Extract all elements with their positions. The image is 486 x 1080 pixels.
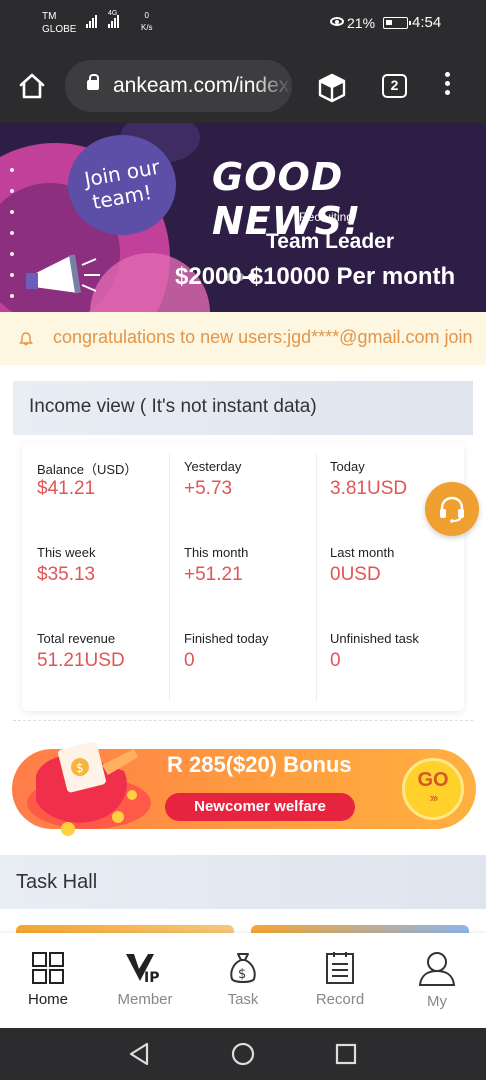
nav-record[interactable]: Record: [300, 951, 380, 1021]
carrier-line1: TM: [42, 11, 57, 22]
income-title: Income view ( It's not instant data): [29, 396, 317, 417]
income-label: Total revenue: [37, 631, 116, 646]
net-speed: 0 K/s: [141, 10, 153, 34]
income-cell-last-month: Last month 0USD: [315, 529, 461, 615]
income-cell-yesterday: Yesterday +5.73: [169, 443, 315, 529]
go-button[interactable]: GO ›››: [402, 758, 464, 820]
home-icon[interactable]: [18, 72, 46, 100]
battery-icon: [383, 17, 411, 29]
headset-icon: [440, 496, 464, 523]
decor-dots: [10, 168, 14, 312]
bonus-title: R 285($20) Bonus: [167, 752, 352, 777]
more-menu-icon[interactable]: [440, 72, 454, 100]
carrier-line2: GLOBE: [42, 24, 77, 35]
eye-comfort-icon: [330, 17, 344, 26]
income-cell-this-month: This month +51.21: [169, 529, 315, 615]
promo-banner[interactable]: Join our team! GOOD NEWS! Recruiting Tea…: [0, 123, 486, 312]
home-circle-icon[interactable]: [231, 1042, 255, 1066]
carousel-indicator: [224, 273, 256, 281]
income-label: Yesterday: [184, 459, 242, 474]
net-speed-unit: K/s: [141, 23, 153, 32]
nav-member[interactable]: IP Member: [105, 951, 185, 1021]
income-value: 0: [330, 650, 341, 671]
lock-icon: [87, 74, 99, 90]
nav-label: My: [427, 993, 447, 1010]
gift-box-icon: $: [27, 741, 151, 836]
income-cell-unfinished-task: Unfinished task 0: [315, 615, 461, 701]
record-icon: [326, 952, 354, 984]
income-value: 51.21USD: [37, 650, 125, 671]
status-bar: TM GLOBE 4G 0 K/s 21% 4:54: [0, 0, 486, 48]
vip-text: IP: [144, 970, 159, 985]
income-header: Income view ( It's not instant data): [13, 381, 473, 435]
vip-icon: IP: [126, 954, 159, 985]
task-hall-title: Task Hall: [16, 871, 98, 893]
carrier-label: TM GLOBE: [42, 10, 76, 36]
customer-service-button[interactable]: [425, 482, 479, 536]
income-value: 3.81USD: [330, 478, 408, 499]
task-hall-section: Task Hall: [0, 853, 486, 937]
back-icon[interactable]: [128, 1042, 150, 1066]
income-label: This month: [184, 545, 249, 560]
income-section: Income view ( It's not instant data) Bal…: [0, 365, 486, 725]
income-card: Balance（USD） $41.21 Yesterday +5.73 Toda…: [22, 443, 464, 711]
nav-label: Task: [227, 991, 259, 1008]
join-team-bubble: Join our team!: [68, 135, 176, 235]
nav-label: Home: [27, 991, 68, 1008]
newcomer-welfare-pill[interactable]: Newcomer welfare: [165, 793, 355, 821]
network-type: 4G: [108, 10, 118, 17]
user-icon: [418, 952, 456, 986]
income-cell-balance: Balance（USD） $41.21: [22, 443, 168, 529]
net-speed-value: 0: [144, 11, 149, 20]
go-label: GO: [417, 769, 449, 791]
income-cell-this-week: This week $35.13: [22, 529, 168, 615]
income-value: $41.21: [37, 478, 96, 499]
nav-label: Record: [315, 991, 365, 1008]
signal-icon: [86, 14, 97, 28]
browser-toolbar: ankeam.com/index 2: [0, 48, 486, 123]
banner-recruiting: Recruiting: [299, 210, 354, 224]
go-arrows: ›››: [429, 790, 439, 805]
megaphone-icon: [26, 254, 100, 294]
income-value: +51.21: [184, 564, 243, 585]
recents-icon[interactable]: [335, 1043, 357, 1065]
income-value: +5.73: [184, 478, 233, 499]
banner-position: Team Leader: [266, 230, 394, 253]
income-label: Finished today: [184, 631, 269, 646]
nav-task[interactable]: $ Task: [203, 951, 283, 1021]
nav-home[interactable]: Home: [8, 951, 88, 1021]
address-bar[interactable]: ankeam.com/index: [65, 60, 292, 112]
svg-text:$: $: [238, 967, 246, 982]
income-cell-total-revenue: Total revenue 51.21USD: [22, 615, 168, 701]
clock: 4:54: [412, 14, 442, 31]
cube-icon[interactable]: [316, 72, 348, 104]
nav-label: Member: [117, 991, 173, 1008]
bottom-nav: Home IP Member $ Task Record My: [0, 933, 486, 1028]
system-nav-bar: [0, 1028, 486, 1080]
notice-bar: congratulations to new users:jgd****@gma…: [0, 312, 486, 365]
income-value: 0USD: [330, 564, 381, 585]
svg-text:$: $: [76, 761, 84, 775]
task-hall-header: Task Hall: [0, 855, 486, 909]
income-label: Last month: [330, 545, 395, 560]
battery-percent: 21%: [347, 15, 376, 31]
income-value: 0: [184, 650, 195, 671]
income-value: $35.13: [37, 564, 96, 585]
income-label: Today: [330, 459, 365, 474]
income-label: Unfinished task: [330, 631, 419, 646]
income-label: Balance（USD）: [37, 462, 138, 477]
bell-icon: [19, 332, 33, 346]
money-bag-icon: $: [230, 953, 256, 983]
home-grid-icon: [32, 952, 64, 984]
notice-message: congratulations to new users:jgd****@gma…: [53, 327, 473, 347]
income-cell-finished-today: Finished today 0: [169, 615, 315, 701]
banner-salary: $2000-$10000 Per month: [175, 263, 456, 290]
nav-my[interactable]: My: [397, 951, 477, 1021]
tab-switcher-button[interactable]: 2: [382, 74, 407, 98]
income-label: This week: [37, 545, 96, 560]
signal-4g-icon: 4G: [108, 10, 119, 28]
